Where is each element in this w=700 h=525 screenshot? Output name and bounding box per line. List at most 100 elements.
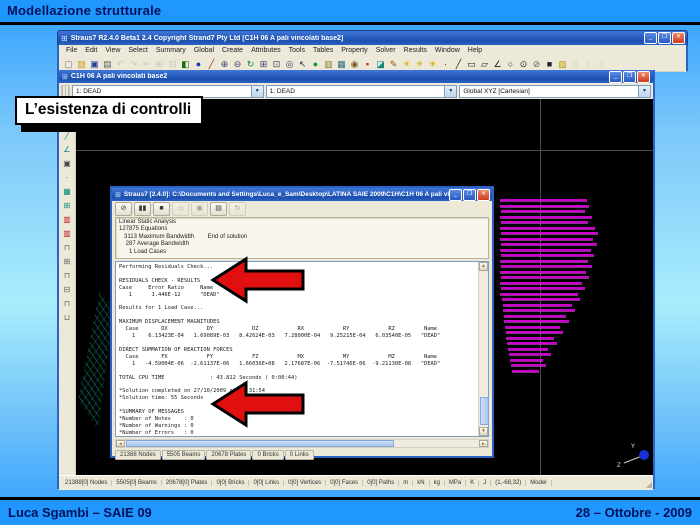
menu-tools[interactable]: Tools	[285, 47, 309, 54]
copy-icon[interactable]: ⊞	[153, 58, 166, 70]
view-back-icon[interactable]: ⊓	[62, 299, 73, 309]
record-button[interactable]: ■	[153, 202, 170, 216]
menu-global[interactable]: Global	[190, 47, 218, 54]
menu-help[interactable]: Help	[464, 47, 486, 54]
vertical-scrollbar[interactable]: ▲ ▼	[478, 262, 488, 436]
scroll-left-icon[interactable]: ◄	[116, 440, 125, 447]
scroll-right-icon[interactable]: ►	[479, 440, 488, 447]
support-right-icon[interactable]: ▥	[62, 229, 73, 239]
select-cursor-icon[interactable]: ↖	[296, 58, 309, 70]
patch-icon[interactable]: ⊞	[62, 201, 73, 211]
scrollbar-thumb[interactable]	[480, 397, 489, 425]
redo-icon[interactable]: ↷	[127, 58, 140, 70]
grid-icon[interactable]: ▦	[335, 58, 348, 70]
result-case-combo[interactable]: 1: DEAD ▼	[266, 85, 458, 98]
menu-solver[interactable]: Solver	[372, 47, 400, 54]
pen-icon[interactable]: ✎	[387, 58, 400, 70]
light-bulb-icon[interactable]: ☀	[400, 58, 413, 70]
minimize-button[interactable]: _	[644, 32, 657, 44]
solver-maximize-button[interactable]: ❐	[463, 189, 476, 201]
horizontal-scrollbar[interactable]: ◄ ►	[115, 439, 489, 448]
plate-icon[interactable]: ◪	[374, 58, 387, 70]
refresh-view-icon[interactable]: ↻	[244, 58, 257, 70]
refresh-log-button[interactable]: ↻	[229, 202, 246, 216]
pause-solve-button[interactable]: ▮▮	[134, 202, 151, 216]
light-bulb3-icon[interactable]: ☀	[426, 58, 439, 70]
zoom-in-icon[interactable]: ⊕	[218, 58, 231, 70]
pan-icon[interactable]: ⊡	[270, 58, 283, 70]
plate-mesh-icon[interactable]: ▦	[62, 187, 73, 197]
chevron-down-icon[interactable]: ▼	[638, 86, 650, 97]
stop-solve-button[interactable]: ⊘	[115, 202, 132, 216]
extra1-icon[interactable]: ▯	[569, 58, 582, 70]
scrollbar-thumb[interactable]	[126, 440, 394, 447]
view-iso-icon[interactable]: ⊟	[62, 285, 73, 295]
menu-edit[interactable]: Edit	[81, 47, 101, 54]
paste-icon[interactable]: ⊟	[166, 58, 179, 70]
layers-icon[interactable]: ▥	[322, 58, 335, 70]
view-bottom-icon[interactable]: ⊔	[62, 313, 73, 323]
plate-tool-icon[interactable]: ▭	[465, 58, 478, 70]
clip-icon[interactable]: ⊘	[530, 58, 543, 70]
menu-results[interactable]: Results	[400, 47, 431, 54]
brick-tool-icon[interactable]: ▱	[478, 58, 491, 70]
menu-select[interactable]: Select	[124, 47, 151, 54]
coordinate-system-combo[interactable]: Global XYZ [Cartesian] ▼	[459, 85, 651, 98]
entity-tab-3[interactable]: 0 Bricks	[252, 450, 283, 460]
solid-fill-icon[interactable]: ■	[543, 58, 556, 70]
open-file-icon[interactable]: ▨	[75, 58, 88, 70]
bucket-icon[interactable]: ▨	[556, 58, 569, 70]
view-top-icon[interactable]: ⊞	[62, 257, 73, 267]
menu-summary[interactable]: Summary	[152, 47, 190, 54]
measure-icon[interactable]: ⊙	[517, 58, 530, 70]
node-tool-icon[interactable]: ·	[439, 58, 452, 70]
zoom-extents-icon[interactable]: ⊞	[257, 58, 270, 70]
close-button[interactable]: ✕	[672, 32, 685, 44]
chevron-down-icon[interactable]: ▼	[251, 86, 263, 97]
print-log-button[interactable]: ▤	[210, 202, 227, 216]
point-icon[interactable]: ·	[62, 173, 73, 183]
marker-icon[interactable]: ▪	[361, 58, 374, 70]
wireframe-icon[interactable]: ◧	[179, 58, 192, 70]
solver-minimize-button[interactable]: _	[449, 189, 462, 201]
menu-attributes[interactable]: Attributes	[247, 47, 285, 54]
scroll-down-icon[interactable]: ▼	[479, 427, 488, 436]
entity-tab-2[interactable]: 20678 Plates	[206, 450, 251, 460]
model-window-titlebar[interactable]: ⊞ C1H 06 A pali vincolati base2 _ ❐ ✕	[59, 70, 653, 83]
entity-tab-0[interactable]: 21388 Nodes	[115, 450, 161, 460]
vertex-icon[interactable]: ▣	[62, 159, 73, 169]
view-results-button[interactable]: ▣	[191, 202, 208, 216]
resize-grip[interactable]: ◢	[646, 480, 652, 489]
extra3-icon[interactable]: ▯	[595, 58, 608, 70]
log-file-button[interactable]: ▭	[172, 202, 189, 216]
solver-close-button[interactable]: ✕	[477, 189, 490, 201]
poly-tool-icon[interactable]: ∠	[491, 58, 504, 70]
menu-file[interactable]: File	[62, 47, 81, 54]
find-icon[interactable]: ◎	[283, 58, 296, 70]
new-file-icon[interactable]: ▢	[62, 58, 75, 70]
circle-tool-icon[interactable]: ○	[504, 58, 517, 70]
line-view-icon[interactable]: ╱	[205, 58, 218, 70]
chevron-down-icon[interactable]: ▼	[444, 86, 456, 97]
undo-icon[interactable]: ↶	[114, 58, 127, 70]
display-options-icon[interactable]: ◉	[348, 58, 361, 70]
save-icon[interactable]: ▣	[88, 58, 101, 70]
scroll-up-icon[interactable]: ▲	[479, 262, 488, 271]
menu-property[interactable]: Property	[337, 47, 371, 54]
print-icon[interactable]: ▤	[101, 58, 114, 70]
globe-icon[interactable]: ●	[309, 58, 322, 70]
link-icon[interactable]: ∠	[62, 145, 73, 155]
menu-window[interactable]: Window	[431, 47, 464, 54]
view-side-icon[interactable]: ⊓	[62, 271, 73, 281]
solver-dialog-titlebar[interactable]: ⊞ Straus7 [2.4.0]: C:\Documents and Sett…	[112, 188, 492, 201]
entity-tab-1[interactable]: 5505 Beams	[162, 450, 206, 460]
app-titlebar[interactable]: ⊞ Straus7 R2.4.0 Beta1 2.4 Copyright Str…	[57, 30, 688, 45]
model-maximize-button[interactable]: ❐	[623, 71, 636, 83]
light-bulb2-icon[interactable]: ☀	[413, 58, 426, 70]
maximize-button[interactable]: ❐	[658, 32, 671, 44]
menu-view[interactable]: View	[101, 47, 124, 54]
model-minimize-button[interactable]: _	[609, 71, 622, 83]
menu-tables[interactable]: Tables	[309, 47, 337, 54]
zoom-out-icon[interactable]: ⊖	[231, 58, 244, 70]
extra2-icon[interactable]: ▯	[582, 58, 595, 70]
